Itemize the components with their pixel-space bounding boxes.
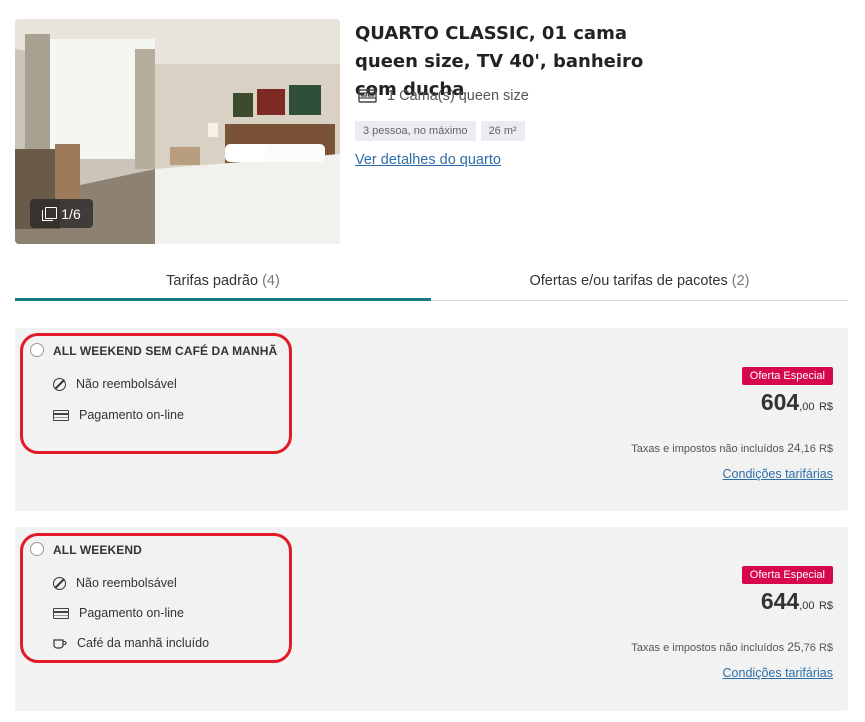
taxes-dec: ,16 — [800, 443, 816, 455]
taxes-dec: ,76 — [800, 642, 816, 654]
feature-no-refund: Não reembolsável — [53, 576, 177, 590]
photo-counter-label: 1/6 — [61, 205, 81, 222]
feature-label: Pagamento on-line — [79, 606, 184, 620]
feature-label: Não reembolsável — [76, 576, 177, 590]
price-cents: ,00 — [799, 401, 815, 413]
chip-capacity: 3 pessoa, no máximo — [355, 121, 476, 141]
taxes-note: Taxas e impostos não incluídos 24,16 R$ — [631, 441, 833, 455]
taxes-label: Taxas e impostos não incluídos — [631, 642, 785, 654]
taxes-currency: R$ — [818, 443, 833, 455]
feature-breakfast: Café da manhã incluído — [53, 636, 209, 650]
taxes-label: Taxas e impostos não incluídos — [631, 443, 785, 455]
special-offer-badge: Oferta Especial — [741, 566, 833, 584]
rate-name: ALL WEEKEND SEM CAFÉ DA MANHÃ — [53, 344, 278, 358]
price-cents: ,00 — [799, 600, 815, 612]
rate-conditions-link[interactable]: Condições tarifárias — [723, 467, 833, 481]
chip-size: 26 m² — [480, 121, 525, 141]
credit-card-icon — [53, 607, 69, 619]
tab-label: Ofertas e/ou tarifas de pacotes — [529, 273, 728, 289]
price-currency: R$ — [818, 401, 833, 413]
feature-label: Não reembolsável — [76, 377, 177, 391]
price-currency: R$ — [818, 600, 833, 612]
tab-count: (2) — [731, 273, 750, 289]
photo-counter[interactable]: 1/6 — [30, 199, 93, 228]
price-main: 604 — [760, 389, 800, 415]
feature-online-payment: Pagamento on-line — [53, 408, 184, 422]
rate-radio[interactable] — [30, 542, 44, 556]
price-main: 644 — [760, 588, 800, 614]
rate-tabs: Tarifas padrão (4) Ofertas e/ou tarifas … — [15, 268, 848, 301]
coffee-cup-icon — [53, 638, 67, 649]
feature-label: Pagamento on-line — [79, 408, 184, 422]
taxes-note: Taxas e impostos não incluídos 25,76 R$ — [631, 640, 833, 654]
rate-card: ALL WEEKEND Não reembolsável Pagamento o… — [15, 527, 848, 711]
bed-label: 1 Cama(s) queen size — [387, 88, 529, 104]
feature-no-refund: Não reembolsável — [53, 377, 177, 391]
taxes-int: 24 — [787, 441, 801, 455]
tab-label: Tarifas padrão — [166, 273, 259, 289]
tab-standard-rates[interactable]: Tarifas padrão (4) — [15, 268, 431, 301]
rate-name: ALL WEEKEND — [53, 543, 142, 557]
rate-radio[interactable] — [30, 343, 44, 357]
feature-online-payment: Pagamento on-line — [53, 606, 184, 620]
taxes-currency: R$ — [818, 642, 833, 654]
no-refund-icon — [53, 576, 66, 590]
no-refund-icon — [53, 377, 66, 391]
rate-conditions-link[interactable]: Condições tarifárias — [723, 666, 833, 680]
room-details-link[interactable]: Ver detalhes do quarto — [355, 152, 501, 168]
gallery-icon — [42, 207, 58, 221]
bed-info: 1 Cama(s) queen size — [358, 88, 529, 104]
feature-label: Café da manhã incluído — [77, 636, 210, 650]
tab-count: (4) — [262, 273, 280, 289]
bed-icon — [358, 89, 377, 103]
room-chips: 3 pessoa, no máximo 26 m² — [355, 121, 525, 141]
credit-card-icon — [53, 409, 69, 421]
price: 644,00 R$ — [761, 588, 833, 615]
price: 604,00 R$ — [761, 389, 833, 416]
taxes-int: 25 — [787, 640, 801, 654]
special-offer-badge: Oferta Especial — [741, 367, 833, 385]
rate-card: ALL WEEKEND SEM CAFÉ DA MANHÃ Não reembo… — [15, 328, 848, 511]
tab-offers-packages[interactable]: Ofertas e/ou tarifas de pacotes (2) — [431, 268, 848, 300]
